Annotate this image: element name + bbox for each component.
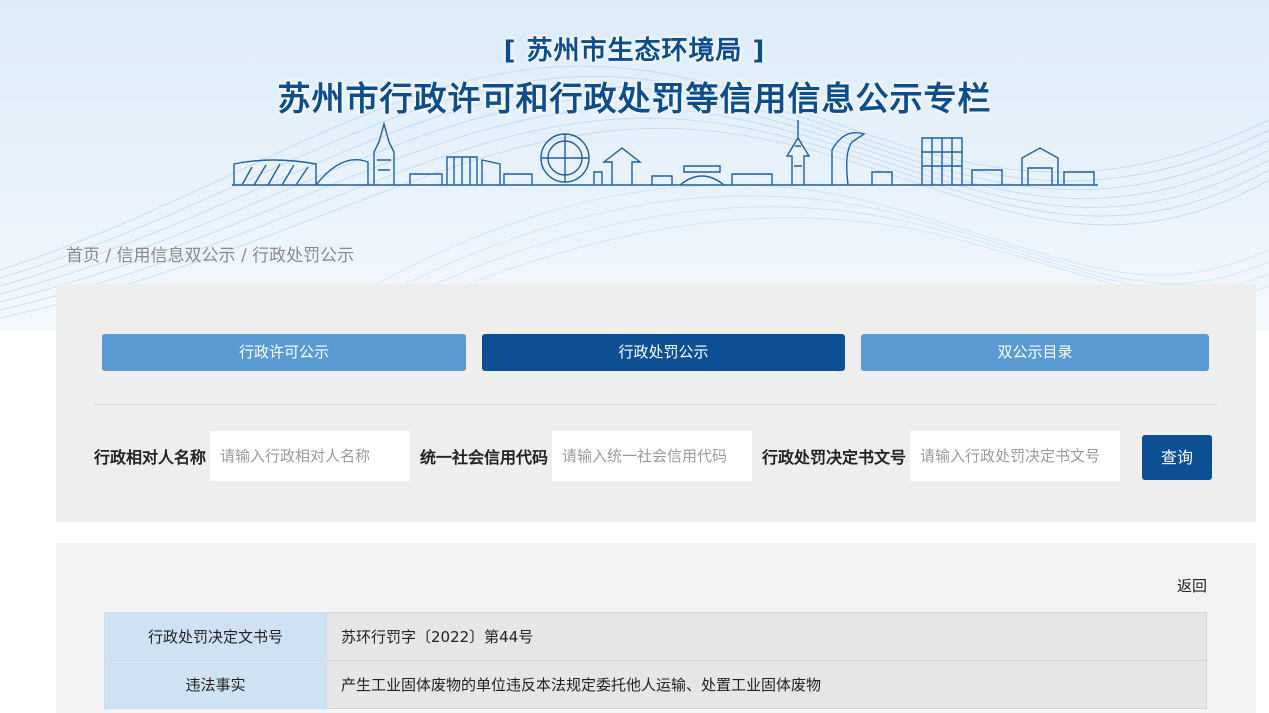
counterparty-name-label: 行政相对人名称: [94, 448, 207, 467]
row-value: 苏环行罚字〔2022〕第44号: [326, 612, 1207, 661]
decision-number-label: 行政处罚决定书文号: [762, 448, 907, 467]
credit-code-input[interactable]: [552, 431, 752, 481]
breadcrumb-home-link[interactable]: 首页: [66, 246, 100, 266]
detail-panel: 返回 行政处罚决定文书号 苏环行罚字〔2022〕第44号 违法事实 产生工业固体…: [56, 543, 1256, 713]
breadcrumb-separator: /: [100, 246, 117, 266]
back-link[interactable]: 返回: [1177, 575, 1207, 596]
tab-admin-penalty[interactable]: 行政处罚公示: [482, 334, 845, 371]
breadcrumb: 首页 / 信用信息双公示 / 行政处罚公示: [66, 241, 354, 266]
credit-code-label: 统一社会信用代码: [420, 448, 549, 467]
city-skyline-illustration: [232, 120, 1098, 186]
search-panel: 行政许可公示 行政处罚公示 双公示目录 行政相对人名称 统一社会信用代码 行政处…: [56, 284, 1256, 522]
tab-admin-permit[interactable]: 行政许可公示: [102, 334, 466, 371]
decision-number-input[interactable]: [910, 431, 1120, 481]
query-button[interactable]: 查询: [1142, 435, 1212, 480]
header-banner: [ 苏州市生态环境局 ] 苏州市行政许可和行政处罚等信用信息公示专栏: [0, 0, 1269, 330]
panel-divider: [93, 404, 1217, 405]
agency-subtitle: [ 苏州市生态环境局 ]: [503, 36, 766, 66]
counterparty-name-input[interactable]: [210, 431, 410, 481]
breadcrumb-current: 行政处罚公示: [252, 246, 355, 266]
breadcrumb-level2-link[interactable]: 信用信息双公示: [117, 246, 236, 266]
row-key: 违法事实: [104, 660, 327, 709]
table-row: 违法事实 产生工业固体废物的单位违反本法规定委托他人运输、处置工业固体废物: [104, 660, 1207, 709]
row-key: 行政处罚决定文书号: [104, 612, 327, 661]
breadcrumb-separator: /: [235, 246, 253, 266]
row-value: 产生工业固体废物的单位违反本法规定委托他人运输、处置工业固体废物: [326, 660, 1207, 709]
tab-dual-catalog[interactable]: 双公示目录: [861, 334, 1209, 371]
detail-table: 行政处罚决定文书号 苏环行罚字〔2022〕第44号 违法事实 产生工业固体废物的…: [104, 612, 1207, 709]
table-row: 行政处罚决定文书号 苏环行罚字〔2022〕第44号: [104, 612, 1207, 661]
